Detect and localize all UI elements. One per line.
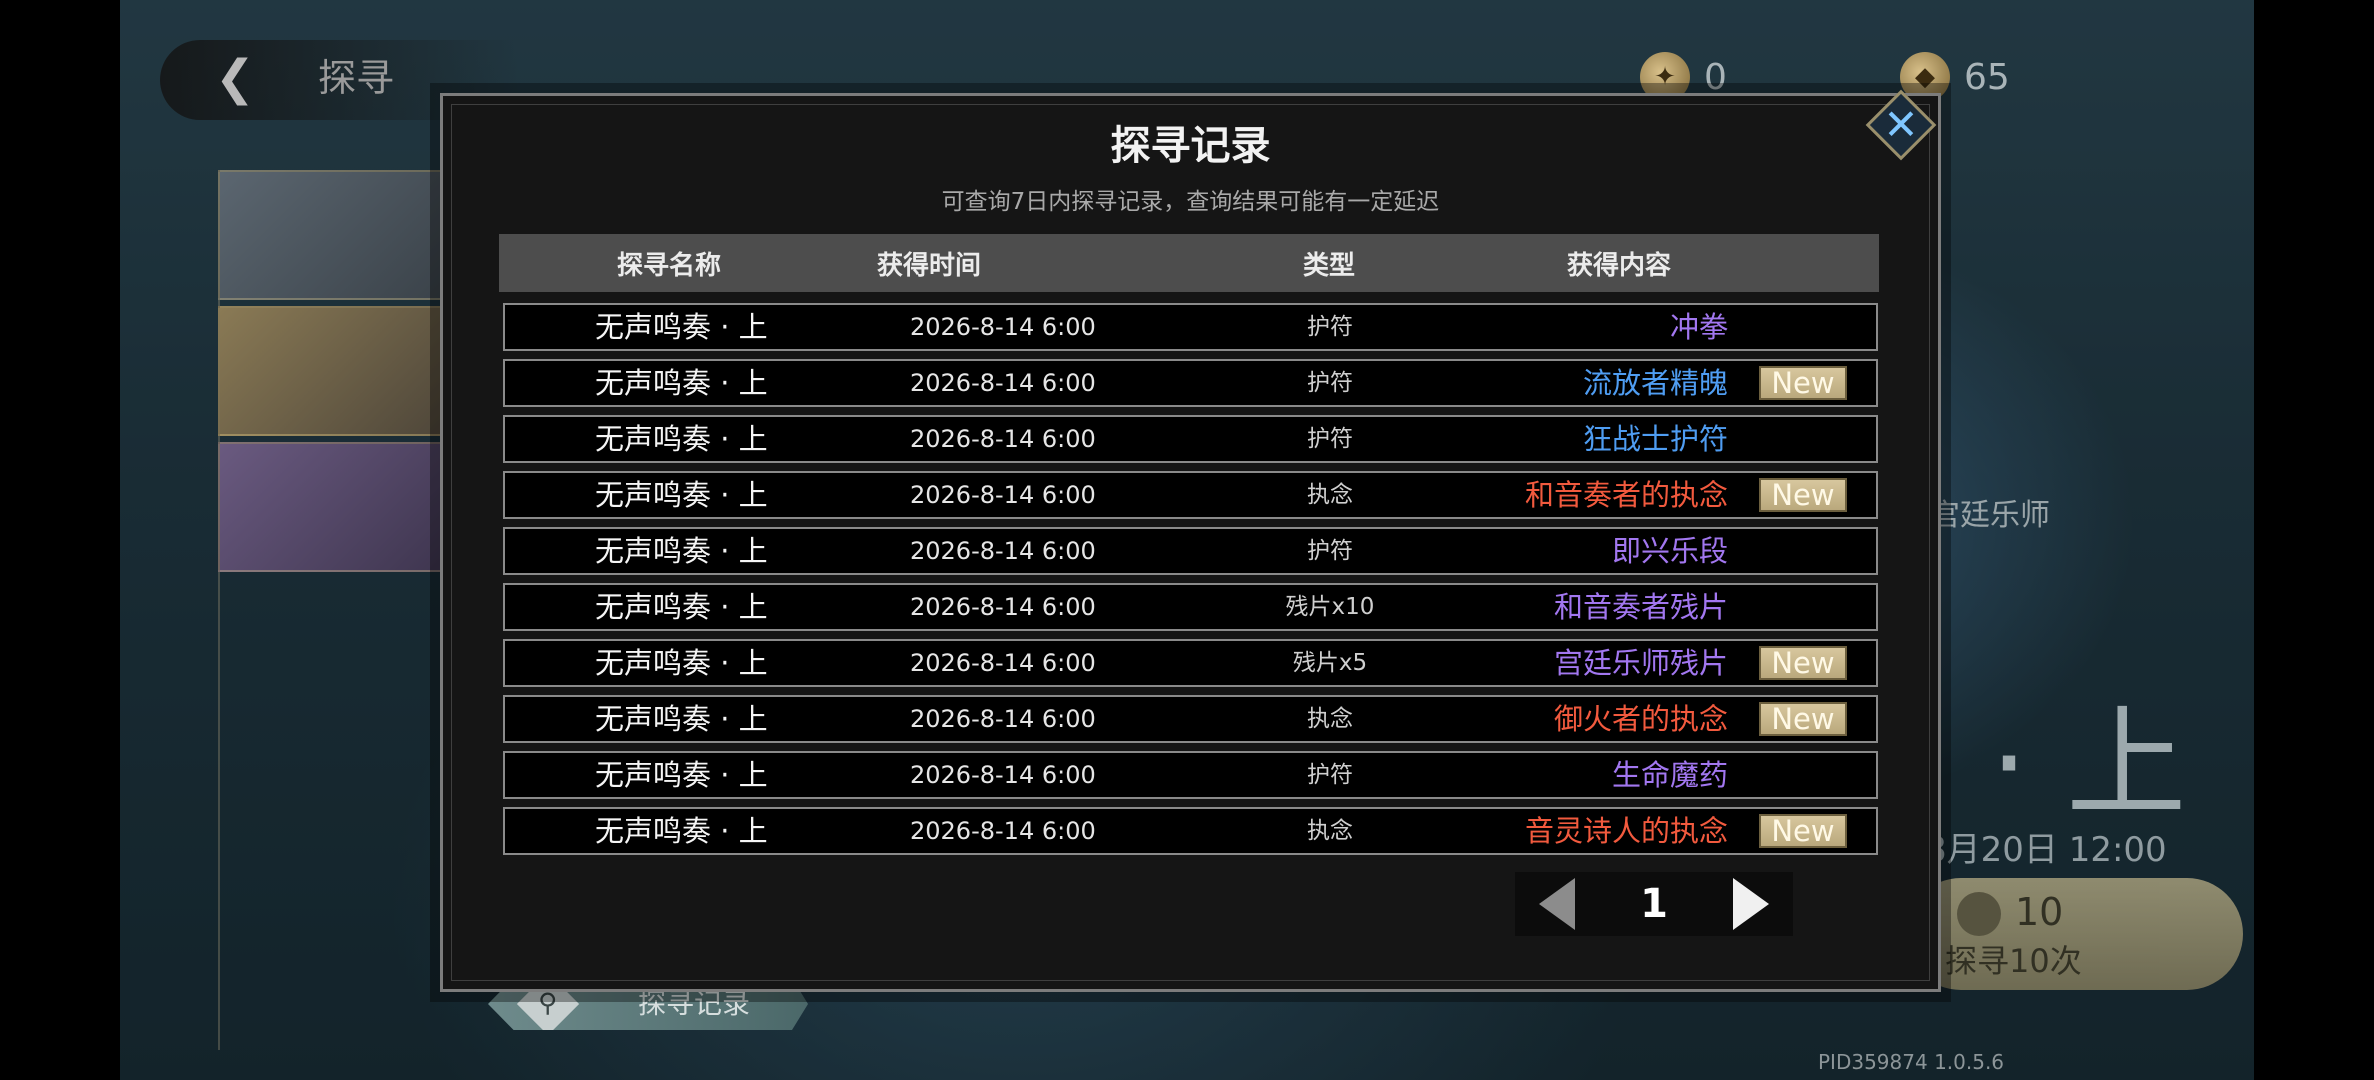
row-obtain-time: 2026-8-14 6:00 [910, 425, 1096, 453]
side-banner-2[interactable] [218, 306, 442, 436]
row-obtained-item: 狂战士护符 [1582, 422, 1728, 456]
side-banner-3[interactable] [218, 442, 442, 572]
new-badge: New [1759, 366, 1847, 400]
new-badge: New [1759, 478, 1847, 512]
explore-record-dialog: 探寻记录 可查询7日内探寻记录，查询结果可能有一定延迟 ✕ 探寻名称 获得时间 … [440, 89, 1941, 992]
banner-title-fragment: · 上 [1990, 695, 2187, 834]
side-banner-1[interactable] [218, 170, 442, 300]
table-row: 无声鸣奏 · 上 2026-8-14 6:00 残片x10 和音奏者残片 [503, 583, 1878, 631]
explore-10-label: 探寻10次 [1945, 942, 2082, 980]
currency-1-value: 0 [1704, 56, 1727, 98]
row-obtained-item: 宫廷乐师残片 [1553, 646, 1728, 680]
row-obtain-time: 2026-8-14 6:00 [910, 817, 1096, 845]
close-button[interactable]: ✕ [1865, 89, 1937, 161]
row-obtain-time: 2026-8-14 6:00 [910, 649, 1096, 677]
row-obtained-item: 和音奏者的执念 [1524, 478, 1728, 512]
pagination: 1 [1515, 872, 1793, 936]
new-badge: New [1759, 646, 1847, 680]
currency-2-value: 65 [1964, 56, 2010, 98]
row-explore-name: 无声鸣奏 · 上 [595, 646, 768, 680]
table-row: 无声鸣奏 · 上 2026-8-14 6:00 护符 即兴乐段 [503, 527, 1878, 575]
row-obtained-item: 即兴乐段 [1611, 534, 1728, 568]
back-arrow-icon[interactable]: ❮ [200, 52, 270, 104]
header-name: 探寻名称 [616, 250, 721, 281]
row-obtain-time: 2026-8-14 6:00 [910, 537, 1096, 565]
row-obtain-time: 2026-8-14 6:00 [910, 481, 1096, 509]
table-row: 无声鸣奏 · 上 2026-8-14 6:00 执念 音灵诗人的执念 New [503, 807, 1878, 855]
row-obtain-time: 2026-8-14 6:00 [910, 761, 1096, 789]
row-obtained-item: 和音奏者残片 [1553, 590, 1728, 624]
row-obtain-time: 2026-8-14 6:00 [910, 705, 1096, 733]
table-row: 无声鸣奏 · 上 2026-8-14 6:00 护符 生命魔药 [503, 751, 1878, 799]
screen-title: 探寻 [318, 56, 395, 100]
row-obtained-item: 生命魔药 [1611, 758, 1728, 792]
row-obtain-time: 2026-8-14 6:00 [910, 593, 1096, 621]
table-row: 无声鸣奏 · 上 2026-8-14 6:00 执念 和音奏者的执念 New [503, 471, 1878, 519]
explore-cost: 10 [2015, 890, 2064, 934]
row-explore-name: 无声鸣奏 · 上 [595, 366, 768, 400]
close-icon: ✕ [1883, 100, 1919, 149]
row-explore-name: 无声鸣奏 · 上 [595, 478, 768, 512]
row-obtained-item: 流放者精魄 [1582, 366, 1728, 400]
row-obtain-time: 2026-8-14 6:00 [910, 313, 1096, 341]
banner-date: 8月20日 12:00 [1925, 830, 2167, 870]
build-info: PID359874 1.0.5.6 [1818, 1050, 2005, 1074]
table-header: 探寻名称 获得时间 类型 获得内容 [499, 234, 1879, 292]
new-badge: New [1759, 814, 1847, 848]
table-row: 无声鸣奏 · 上 2026-8-14 6:00 护符 流放者精魄 New [503, 359, 1878, 407]
row-obtained-item: 冲拳 [1669, 310, 1728, 344]
side-banner-list [218, 170, 442, 578]
row-explore-name: 无声鸣奏 · 上 [595, 310, 768, 344]
row-obtain-time: 2026-8-14 6:00 [910, 369, 1096, 397]
header-content: 获得内容 [1566, 250, 1671, 281]
new-badge: New [1759, 702, 1847, 736]
row-explore-name: 无声鸣奏 · 上 [595, 814, 768, 848]
character-label: 宫廷乐师 [1930, 498, 2050, 533]
header-time: 获得时间 [876, 250, 981, 281]
row-explore-name: 无声鸣奏 · 上 [595, 702, 768, 736]
row-obtained-item: 音灵诗人的执念 [1524, 814, 1728, 848]
row-obtained-item: 御火者的执念 [1553, 702, 1728, 736]
row-explore-name: 无声鸣奏 · 上 [595, 422, 768, 456]
dialog-title: 探寻记录 [1110, 123, 1271, 169]
table-row: 无声鸣奏 · 上 2026-8-14 6:00 护符 冲拳 [503, 303, 1878, 351]
header-type: 类型 [1302, 250, 1355, 281]
row-explore-name: 无声鸣奏 · 上 [595, 590, 768, 624]
table-row: 无声鸣奏 · 上 2026-8-14 6:00 执念 御火者的执念 New [503, 695, 1878, 743]
medal-icon [1957, 892, 2001, 936]
next-page-arrow-icon[interactable] [1715, 872, 1779, 936]
record-list: 无声鸣奏 · 上 2026-8-14 6:00 护符 冲拳 无声鸣奏 · 上 2026-8… [503, 303, 1878, 863]
table-row: 无声鸣奏 · 上 2026-8-14 6:00 残片x5 宫廷乐师残片 New [503, 639, 1878, 687]
row-explore-name: 无声鸣奏 · 上 [595, 758, 768, 792]
table-row: 无声鸣奏 · 上 2026-8-14 6:00 护符 狂战士护符 [503, 415, 1878, 463]
row-explore-name: 无声鸣奏 · 上 [595, 534, 768, 568]
dialog-subtitle: 可查询7日内探寻记录，查询结果可能有一定延迟 [941, 189, 1440, 215]
explore-10-button[interactable]: 10 探寻10次 [1905, 878, 2243, 990]
